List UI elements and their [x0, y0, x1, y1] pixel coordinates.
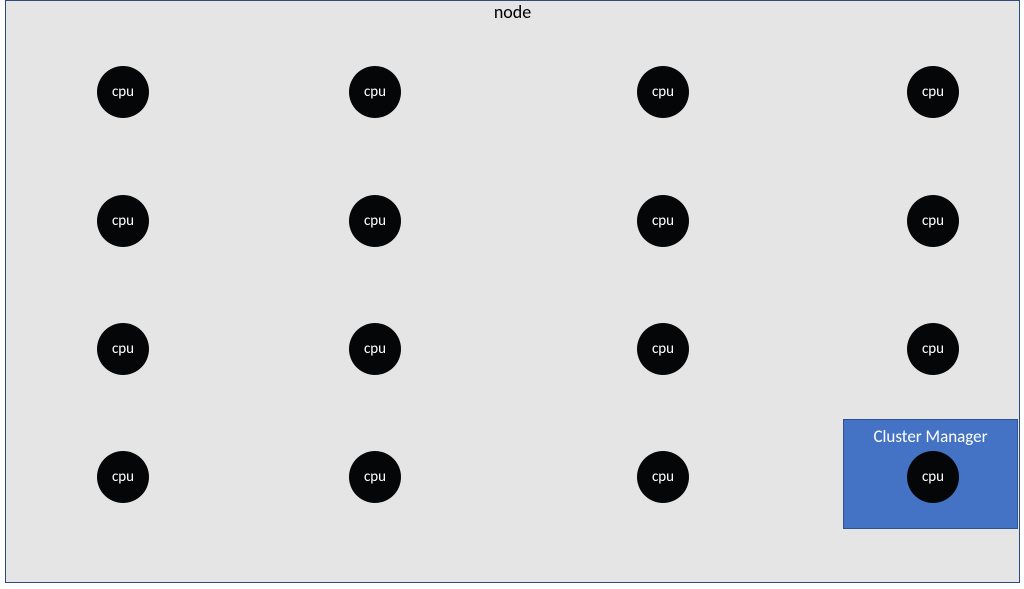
cpu-node-0-3: cpu — [907, 66, 959, 118]
cpu-node-1-3: cpu — [907, 195, 959, 247]
cpu-label: cpu — [922, 340, 944, 358]
cpu-label: cpu — [112, 212, 134, 230]
cpu-label: cpu — [922, 83, 944, 101]
cpu-label: cpu — [364, 83, 386, 101]
cpu-node-2-1: cpu — [349, 323, 401, 375]
cluster-manager-title: Cluster Manager — [873, 426, 987, 447]
cpu-label: cpu — [364, 212, 386, 230]
cpu-label: cpu — [652, 468, 674, 486]
cpu-node-2-0: cpu — [97, 323, 149, 375]
cpu-node-3-1: cpu — [349, 451, 401, 503]
cpu-node-2-2: cpu — [637, 323, 689, 375]
node-container: node Cluster Manager cpu cpu cpu cpu cpu cpu c… — [5, 0, 1020, 583]
cpu-node-0-2: cpu — [637, 66, 689, 118]
cpu-node-0-0: cpu — [97, 66, 149, 118]
cpu-node-3-2: cpu — [637, 451, 689, 503]
cpu-label: cpu — [652, 340, 674, 358]
cpu-label: cpu — [112, 83, 134, 101]
cpu-label: cpu — [364, 340, 386, 358]
cpu-label: cpu — [922, 212, 944, 230]
cpu-node-1-2: cpu — [637, 195, 689, 247]
cpu-label: cpu — [112, 340, 134, 358]
cpu-node-3-0: cpu — [97, 451, 149, 503]
cpu-label: cpu — [112, 468, 134, 486]
cpu-node-2-3: cpu — [907, 323, 959, 375]
cpu-label: cpu — [652, 83, 674, 101]
cpu-label: cpu — [652, 212, 674, 230]
cpu-node-3-3: cpu — [907, 451, 959, 503]
node-title: node — [494, 1, 531, 23]
cpu-node-1-0: cpu — [97, 195, 149, 247]
cpu-label: cpu — [922, 468, 944, 486]
cpu-label: cpu — [364, 468, 386, 486]
cpu-node-1-1: cpu — [349, 195, 401, 247]
cpu-node-0-1: cpu — [349, 66, 401, 118]
